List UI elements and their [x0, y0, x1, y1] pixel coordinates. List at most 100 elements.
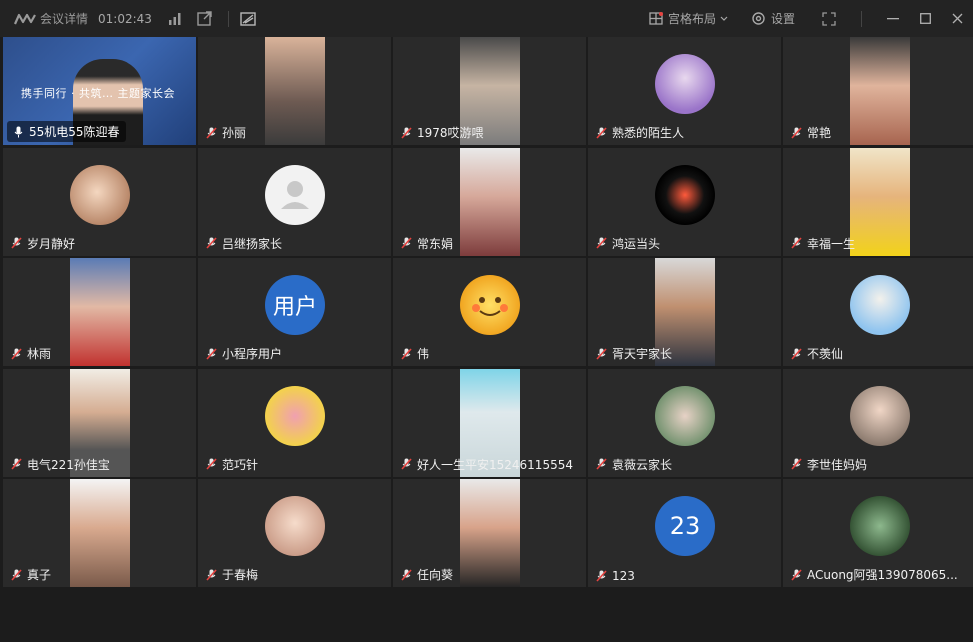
participant-tile[interactable]: 好人一生平安15246115554 [393, 368, 586, 477]
participant-tile[interactable]: 林雨 [3, 258, 196, 366]
grid-layout-icon [649, 12, 663, 25]
participant-avatar [655, 54, 715, 114]
participant-tile[interactable]: 23 123 [588, 479, 781, 587]
maximize-button[interactable] [909, 0, 941, 37]
participant-name-row: 伟 [401, 345, 429, 362]
participant-name: 伟 [417, 347, 430, 361]
signal-icon[interactable] [166, 10, 184, 28]
gear-icon [752, 12, 765, 25]
grid-layout-label: 宫格布局 [667, 12, 716, 26]
share-screen-icon[interactable] [196, 10, 214, 28]
maximize-icon [919, 13, 931, 24]
participant-name: 真子 [27, 568, 52, 582]
participant-avatar: 23 [655, 496, 715, 556]
close-button[interactable] [941, 0, 973, 37]
mic-muted-icon [206, 347, 217, 360]
close-icon [952, 13, 962, 24]
participant-avatar [460, 275, 520, 335]
participant-avatar [850, 496, 910, 556]
participant-name: 林雨 [27, 347, 52, 361]
participant-tile[interactable]: 于春梅 [198, 479, 391, 587]
participant-name: 范巧针 [222, 457, 259, 472]
participant-name: ACuong阿强139078065... [807, 568, 958, 582]
whiteboard-icon[interactable] [239, 10, 257, 28]
participant-name: 李世佳妈妈 [807, 457, 868, 472]
participant-tile[interactable]: 熟悉的陌生人 [588, 37, 781, 145]
participant-tile[interactable]: 用户 小程序用户 [198, 258, 391, 366]
participant-name: 孙丽 [222, 126, 247, 140]
mic-muted-icon [791, 237, 802, 249]
fullscreen-button[interactable] [813, 0, 845, 37]
mic-muted-icon [206, 458, 217, 470]
participant-avatar: 用户 [265, 275, 325, 335]
mic-muted-icon [11, 237, 22, 249]
grid-layout-button[interactable]: 宫格布局 [649, 10, 733, 27]
mic-muted-icon [11, 568, 22, 581]
participant-tile[interactable]: ACuong阿强139078065... [783, 479, 973, 587]
participant-tile[interactable]: 1978哎游喂 [393, 37, 586, 145]
participant-tile[interactable]: 真子 [3, 479, 196, 587]
participant-tile[interactable]: 岁月静好 [3, 147, 196, 256]
participant-name-row: 不羡仙 [791, 345, 843, 362]
mic-icon [14, 126, 23, 137]
meeting-timer: 01:02:43 [98, 11, 152, 26]
participant-tile[interactable]: 常东娟 [393, 147, 586, 256]
participant-name-row: 林雨 [11, 345, 51, 362]
participant-name-row: 幸福一生 [791, 235, 855, 252]
participant-name-row: 岁月静好 [11, 235, 75, 252]
participant-name: 不羡仙 [807, 347, 844, 361]
default-user-icon [281, 180, 309, 209]
participant-name-row: 熟悉的陌生人 [596, 124, 684, 141]
participant-name: 常东娟 [417, 236, 454, 251]
participant-name: 1978哎游喂 [417, 126, 484, 140]
participant-avatar [265, 164, 325, 225]
participant-tile[interactable]: 常艳 [783, 37, 973, 145]
participant-tile[interactable]: 幸福一生 [783, 147, 973, 256]
minimize-button[interactable] [877, 0, 909, 37]
meeting-details-button[interactable]: 会议详情 [40, 10, 88, 27]
settings-button[interactable]: 设置 [751, 10, 795, 27]
participant-tile[interactable]: 胥天宇家长 [588, 258, 781, 366]
participant-tile[interactable]: 孙丽 [198, 37, 391, 145]
participant-name: 好人一生平安15246115554 [417, 457, 573, 472]
participant-name-row: 袁薇云家长 [596, 456, 672, 473]
participant-tile[interactable]: 电气221孙佳宝 [3, 368, 196, 477]
mic-muted-icon [791, 126, 802, 139]
participant-tile[interactable]: 伟 [393, 258, 586, 366]
participant-video [70, 258, 130, 366]
mic-muted-icon [206, 568, 217, 581]
participant-tile[interactable]: 鸿运当头 [588, 147, 781, 256]
mic-muted-icon [596, 347, 607, 360]
participant-name-row: 常东娟 [401, 235, 453, 252]
mic-muted-icon [11, 347, 22, 360]
participant-name: 常艳 [807, 126, 832, 140]
participant-name-row: 123 [596, 569, 635, 583]
participant-name: 袁薇云家长 [612, 457, 673, 472]
participant-tile[interactable]: 李世佳妈妈 [783, 368, 973, 477]
fullscreen-icon [822, 11, 836, 26]
mic-muted-icon [206, 126, 217, 139]
title-bar: 会议详情 01:02:43 宫格布局 设置 [0, 0, 973, 37]
minimize-icon [887, 17, 899, 19]
participant-name-row: 任向葵 [401, 566, 453, 583]
mic-muted-icon [596, 458, 607, 470]
participant-tile[interactable]: 范巧针 [198, 368, 391, 477]
participant-tile[interactable]: 袁薇云家长 [588, 368, 781, 477]
participant-name: 电气221孙佳宝 [27, 457, 110, 472]
mic-muted-icon [791, 568, 802, 581]
participant-name: 任向葵 [417, 568, 454, 582]
participant-name: 胥天宇家长 [612, 347, 673, 361]
mic-muted-icon [206, 237, 217, 249]
participant-name: 熟悉的陌生人 [612, 126, 685, 140]
participant-tile[interactable]: 吕继扬家长 [198, 147, 391, 256]
participant-tile[interactable]: 不羡仙 [783, 258, 973, 366]
mic-muted-icon [596, 126, 607, 139]
participant-name-row: 孙丽 [206, 124, 246, 141]
chevron-down-icon [720, 16, 728, 21]
participant-tile[interactable]: 携手同行 · 共筑… 主题家长会 55机电55陈迎春 [3, 37, 196, 145]
mic-muted-icon [11, 458, 22, 470]
participant-tile[interactable]: 任向葵 [393, 479, 586, 587]
participant-name-row: 真子 [11, 566, 51, 583]
participant-video [460, 147, 520, 256]
participant-name-row: 于春梅 [206, 566, 258, 583]
